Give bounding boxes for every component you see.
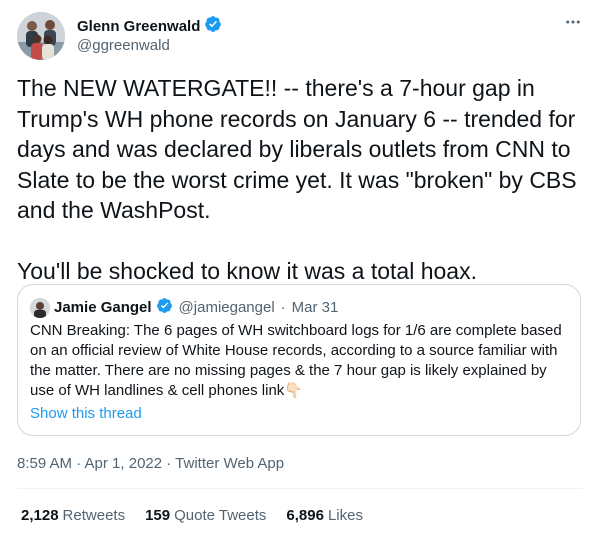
- author-handle[interactable]: @ggreenwald: [77, 37, 170, 54]
- quoted-author-name: Jamie Gangel: [54, 299, 152, 316]
- retweets-stat[interactable]: 2,128 Retweets: [21, 507, 125, 524]
- quoted-meta-separator: ·: [280, 299, 286, 316]
- quoted-tweet-date: Mar 31: [291, 299, 339, 316]
- avatar-photo: [17, 12, 65, 60]
- verified-badge-icon: [156, 297, 173, 318]
- quotes-count: 159: [145, 507, 171, 524]
- author-avatar[interactable]: [17, 12, 65, 60]
- tweet-timestamp[interactable]: 8:59 AM · Apr 1, 2022 · Twitter Web App: [17, 455, 284, 472]
- quote-tweets-stat[interactable]: 159 Quote Tweets: [145, 507, 266, 524]
- likes-label: Likes: [327, 507, 363, 524]
- likes-count: 6,896: [286, 507, 324, 524]
- retweets-count: 2,128: [21, 507, 59, 524]
- tweet-text: The NEW WATERGATE!! -- there's a 7-hour …: [17, 75, 577, 284]
- quoted-tweet-header: Jamie Gangel @jamiegangel · Mar 31: [30, 297, 338, 318]
- author-display-name[interactable]: Glenn Greenwald: [77, 18, 200, 35]
- quoted-tweet-text-block: CNN Breaking: The 6 pages of WH switchbo…: [30, 321, 575, 401]
- quotes-label: Quote Tweets: [174, 507, 267, 524]
- engagement-stats: 2,128 Retweets 159 Quote Tweets 6,896 Li…: [21, 507, 363, 524]
- author-name-row[interactable]: Glenn Greenwald: [77, 15, 222, 38]
- likes-stat[interactable]: 6,896 Likes: [286, 507, 363, 524]
- quoted-author-handle: @jamiegangel: [178, 299, 275, 316]
- retweets-label: Retweets: [62, 507, 126, 524]
- show-thread-link[interactable]: Show this thread: [30, 405, 142, 422]
- more-horizontal-icon[interactable]: [563, 12, 583, 32]
- divider: [17, 488, 583, 489]
- quoted-author-avatar: [30, 297, 50, 318]
- quoted-tweet-card[interactable]: Jamie Gangel @jamiegangel · Mar 31 CNN B…: [17, 284, 581, 436]
- pointing-down-emoji: 👇🏻: [284, 382, 303, 399]
- verified-badge-icon: [204, 15, 222, 38]
